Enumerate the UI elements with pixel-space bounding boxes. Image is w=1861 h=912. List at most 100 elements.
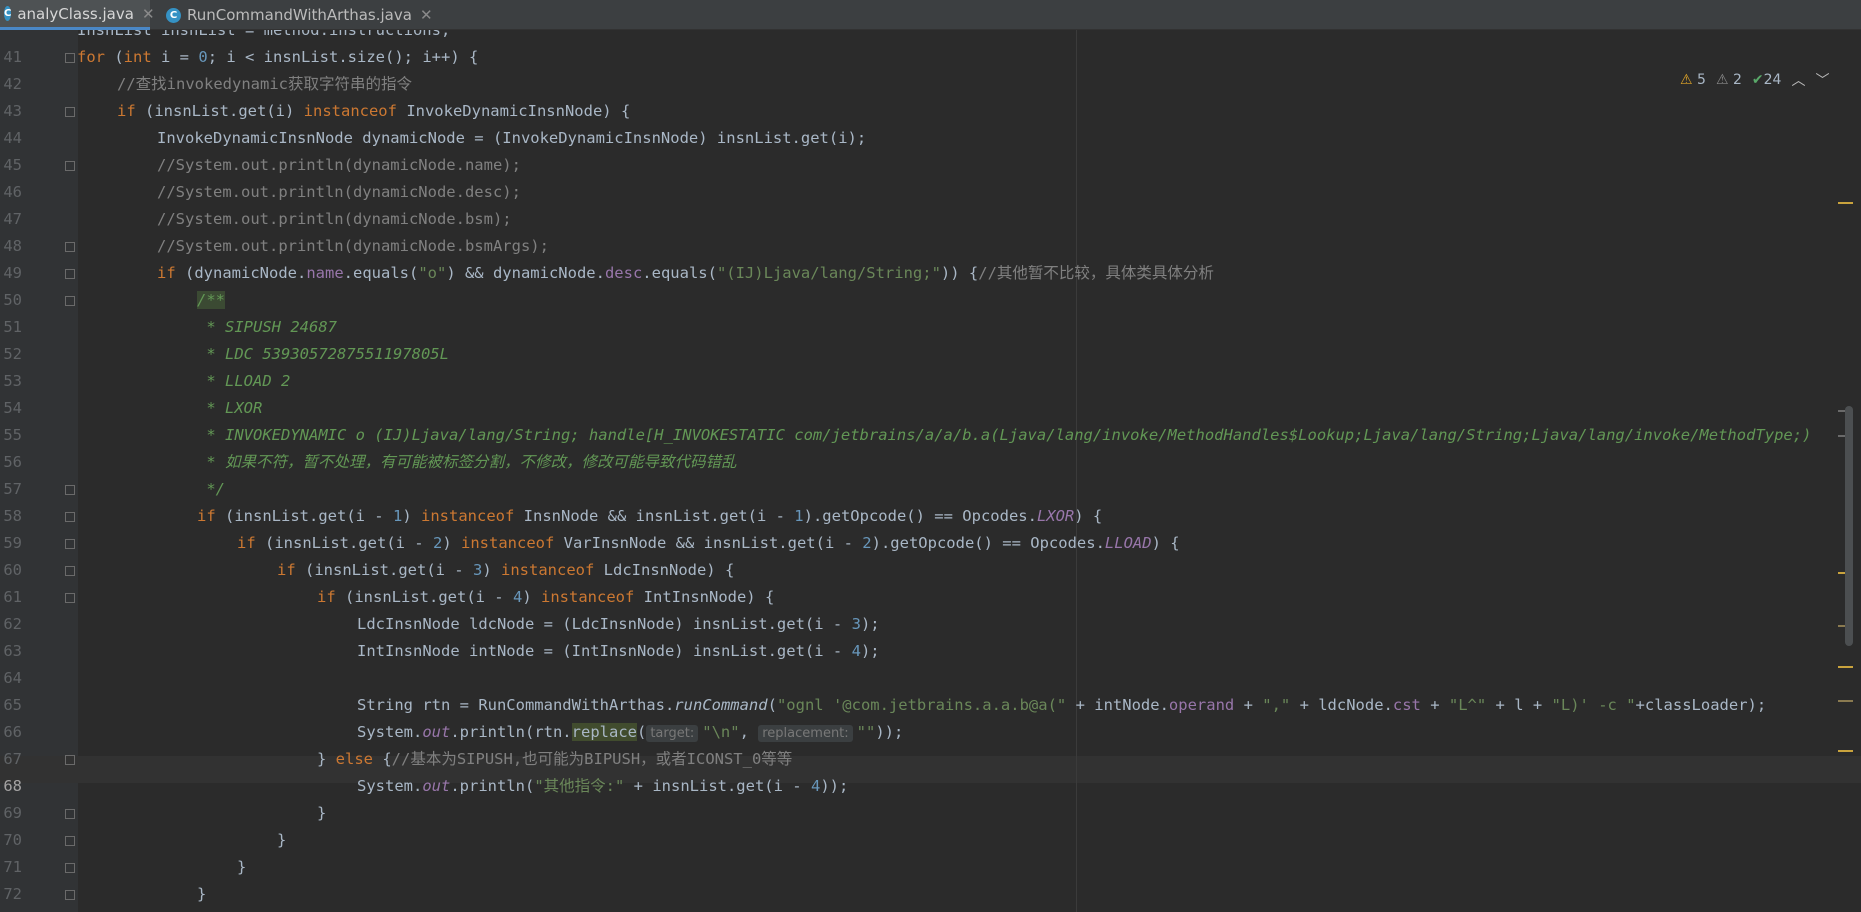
doc-comment: * LLOAD 2 — [197, 372, 291, 390]
fold-marker-icon[interactable] — [65, 296, 75, 306]
code-editor[interactable]: 4 1 InsnList insnList = method.instructio… — [0, 30, 1861, 912]
fold-marker-icon[interactable] — [65, 863, 75, 873]
code-token: ) — [482, 561, 501, 579]
code-token: )); — [820, 777, 849, 795]
code-line: 61 if (insnList.get(i - 3) instanceof Ld… — [0, 557, 1845, 606]
code-line: 73 } — [0, 881, 1845, 908]
string-literal: "其他指令:" — [534, 777, 625, 795]
code-token: System. — [357, 723, 423, 741]
code-text: } — [237, 858, 247, 876]
weak-warning-count: 2 — [1732, 72, 1742, 88]
inspection-widget[interactable]: ⚠ 5 ⚠ 2 ✔24 ︿ ﹀ — [1680, 70, 1829, 90]
code-token: ( — [767, 696, 777, 714]
code-text: */ — [77, 476, 225, 503]
fold-marker-icon[interactable] — [65, 485, 75, 495]
warning-stripe-marker[interactable] — [1838, 750, 1853, 752]
code-token: (insnList.get(i - — [335, 588, 513, 606]
code-line: 59 if (insnList.get(i - 1) instanceof In… — [0, 503, 1845, 552]
code-text: if (dynamicNode.name.equals("o") && dyna… — [77, 260, 1214, 287]
code-text: InvokeDynamicInsnNode dynamicNode = (Inv… — [157, 129, 867, 147]
tab-runcommandwitharthas[interactable]: C RunCommandWithArthas.java ✕ — [162, 0, 441, 30]
doc-comment: */ — [197, 480, 225, 498]
string-literal: "L^" — [1448, 696, 1487, 714]
fold-marker-icon[interactable] — [65, 755, 75, 765]
code-token: IntInsnNode) { — [634, 588, 775, 606]
string-literal: "L)' -c " — [1551, 696, 1636, 714]
close-icon[interactable]: ✕ — [142, 5, 155, 23]
doc-comment: * 如果不符，暂不处理，有可能被标签分割，不修改，修改可能导致代码错乱 — [197, 453, 737, 471]
code-text: for (int i = 0; i < insnList.size(); i++… — [77, 44, 478, 71]
code-line: 53 * LDC 5393057287551197805L — [0, 341, 1845, 390]
code-line-current: 68 } else {//基本为SIPUSH,也可能为BIPUSH，或者ICON… — [0, 746, 1845, 795]
keyword: instanceof — [541, 588, 635, 606]
tab-label: analyClass.java — [17, 4, 134, 23]
code-text: * SIPUSH 24687 — [77, 314, 337, 341]
highlighted-method: replace — [571, 723, 637, 741]
warnings-indicator[interactable]: ⚠ 5 — [1680, 72, 1706, 88]
warning-stripe-marker[interactable] — [1838, 666, 1853, 668]
doc-comment: /** — [197, 291, 225, 309]
code-token: ).getOpcode() == Opcodes. — [871, 534, 1105, 552]
fold-marker-icon[interactable] — [65, 269, 75, 279]
chevron-up-icon[interactable]: ︿ — [1791, 70, 1805, 90]
tab-analyclass[interactable]: C analyClass.java ✕ — [0, 0, 155, 30]
code-text: IntInsnNode intNode = (IntInsnNode) insn… — [77, 638, 880, 665]
static-field: LXOR — [1036, 507, 1075, 525]
number-literal: 3 — [472, 561, 483, 579]
code-token: ) — [442, 534, 461, 552]
code-token: + insnList.get(i - — [624, 777, 811, 795]
code-text: if (insnList.get(i) instanceof InvokeDyn… — [77, 98, 630, 125]
code-text: } else {//基本为SIPUSH,也可能为BIPUSH，或者ICONST_… — [77, 746, 792, 773]
code-token: LdcInsnNode ldcNode = (LdcInsnNode) insn… — [357, 615, 852, 633]
code-token: System. — [357, 777, 423, 795]
fold-marker-icon[interactable] — [65, 890, 75, 900]
code-text: InsnList insnList = method.instructions; — [77, 30, 451, 39]
code-line: 50 if (dynamicNode.name.equals("o") && d… — [0, 260, 1845, 309]
line-comment: //基本为SIPUSH,也可能为BIPUSH，或者ICONST_0等等 — [391, 750, 793, 768]
keyword: instanceof — [421, 507, 515, 525]
keyword: instanceof — [303, 102, 397, 120]
warning-stripe-marker[interactable] — [1838, 202, 1853, 204]
fold-marker-icon[interactable] — [65, 836, 75, 846]
chevron-down-icon[interactable]: ﹀ — [1815, 70, 1829, 90]
code-token: )) { — [940, 264, 979, 282]
code-text: if (insnList.get(i - 2) instanceof VarIn… — [77, 530, 1180, 557]
weak-warnings-indicator[interactable]: ⚠ 2 — [1716, 72, 1742, 88]
code-token: InsnNode && insnList.get(i - — [514, 507, 795, 525]
code-text: } — [197, 885, 207, 903]
fold-marker-icon[interactable] — [65, 593, 75, 603]
vertical-scrollbar-thumb[interactable] — [1845, 406, 1853, 646]
code-token: VarInsnNode && insnList.get(i - — [554, 534, 863, 552]
static-field: out — [422, 723, 451, 741]
fold-marker-icon[interactable] — [65, 539, 75, 549]
code-token: String rtn = RunCommandWithArthas. — [357, 696, 675, 714]
ok-indicator[interactable]: ✔24 — [1752, 72, 1782, 88]
close-icon[interactable]: ✕ — [420, 6, 433, 24]
code-line: 69 System.out.println("其他指令:" + insnList… — [0, 773, 1845, 822]
number-literal: 3 — [851, 615, 861, 633]
code-line: 64 IntInsnNode intNode = (IntInsnNode) i… — [0, 638, 1845, 687]
fold-marker-icon[interactable] — [65, 809, 75, 819]
number-literal: 4 — [512, 588, 523, 606]
string-literal: "o" — [418, 264, 447, 282]
code-line: 49 //System.out.println(dynamicNode.bsmA… — [0, 233, 1845, 282]
fold-marker-icon[interactable] — [65, 512, 75, 522]
static-method: runCommand — [674, 696, 768, 714]
static-field: out — [422, 777, 451, 795]
fold-marker-icon[interactable] — [65, 566, 75, 576]
fold-marker-icon[interactable] — [65, 53, 75, 63]
string-literal: "," — [1262, 696, 1291, 714]
code-text: //System.out.println(dynamicNode.name); — [77, 152, 521, 179]
fold-marker-icon[interactable] — [65, 242, 75, 252]
code-token: ) && dynamicNode. — [446, 264, 605, 282]
code-text: * LXOR — [77, 395, 262, 422]
warning-stripe-marker[interactable] — [1838, 700, 1853, 702]
doc-comment: * SIPUSH 24687 — [197, 318, 337, 336]
string-literal: "" — [856, 723, 876, 741]
static-field: LLOAD — [1104, 534, 1152, 552]
fold-marker-icon[interactable] — [65, 107, 75, 117]
code-token: ) — [522, 588, 541, 606]
fold-marker-icon[interactable] — [65, 161, 75, 171]
line-comment: //System.out.println(dynamicNode.name); — [157, 156, 521, 174]
code-token: (insnList.get(i - — [295, 561, 473, 579]
